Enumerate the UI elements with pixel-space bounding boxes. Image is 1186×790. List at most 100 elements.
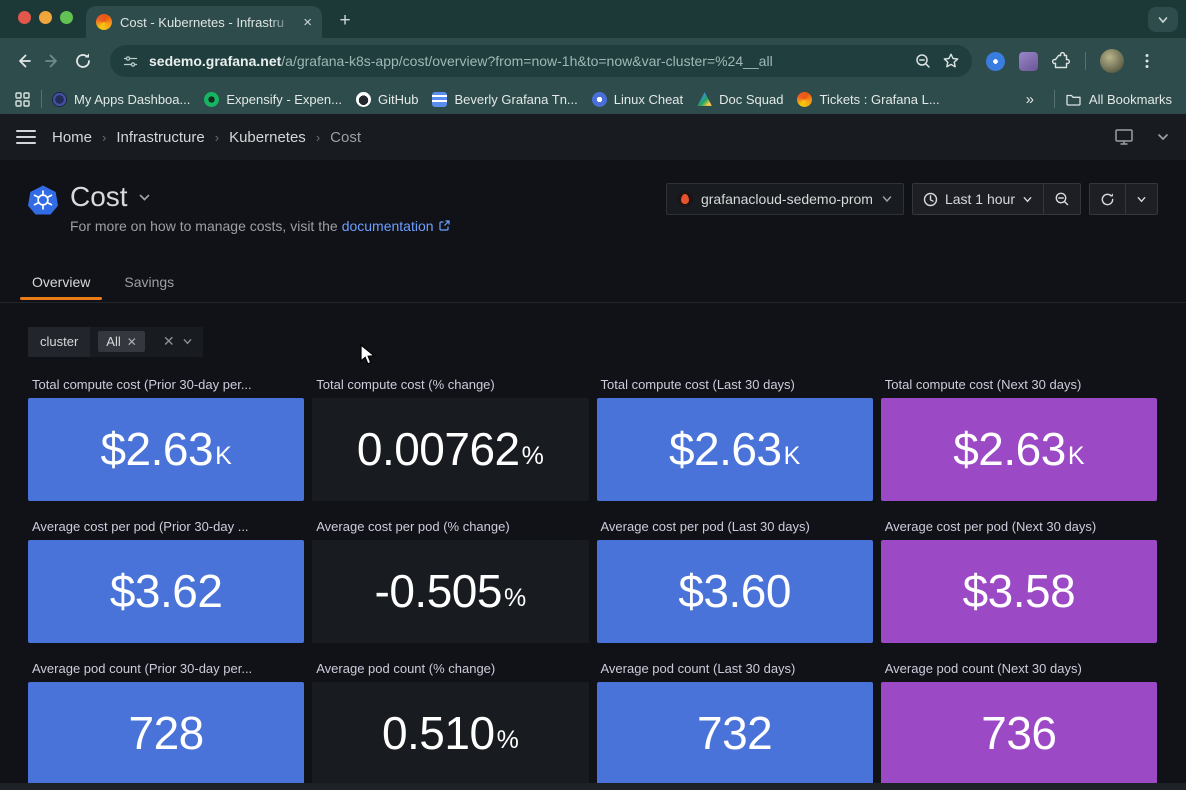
back-button[interactable] <box>8 46 38 76</box>
panel-title[interactable]: Average cost per pod (% change) <box>312 517 588 540</box>
stat-panel: Average cost per pod (% change)-0.505% <box>312 517 588 643</box>
green-ring-favicon <box>204 92 219 107</box>
breadcrumb-separator: › <box>102 130 106 145</box>
stat-number: $2.63 <box>100 422 213 476</box>
all-bookmarks-button[interactable]: All Bookmarks <box>1065 91 1172 108</box>
chevron-down-icon <box>1022 194 1033 205</box>
panel-title[interactable]: Average pod count (Next 30 days) <box>881 659 1157 682</box>
zoom-out-button[interactable] <box>1044 184 1080 214</box>
folder-icon <box>1065 91 1082 108</box>
browser-tab-strip: Cost - Kubernetes - Infrastru × + <box>0 0 1186 38</box>
url-bar[interactable]: sedemo.grafana.net/a/grafana-k8s-app/cos… <box>110 45 972 77</box>
panel-value: 0.510% <box>312 682 588 785</box>
stat-panel: Average pod count (Next 30 days) 736 <box>881 659 1157 785</box>
kubernetes-logo-icon <box>28 185 58 215</box>
forward-icon <box>43 51 63 71</box>
panel-title[interactable]: Total compute cost (Next 30 days) <box>881 375 1157 398</box>
stat-suffix: K <box>215 428 232 471</box>
bookmark-label: GitHub <box>378 92 418 107</box>
window-close-button[interactable] <box>18 11 31 24</box>
breadcrumb-home[interactable]: Home <box>52 129 92 146</box>
bookmark-item[interactable]: GitHub <box>356 92 418 107</box>
bookmark-item[interactable]: Expensify - Expen... <box>204 92 342 107</box>
stat-number: 736 <box>981 706 1056 760</box>
tab-overview[interactable]: Overview <box>28 268 94 302</box>
panel-value: $2.63K <box>881 398 1157 501</box>
documentation-link[interactable]: documentation <box>342 218 434 234</box>
stat-number: -0.505 <box>375 564 502 618</box>
tab-savings[interactable]: Savings <box>120 268 178 302</box>
breadcrumb-kubernetes[interactable]: Kubernetes <box>229 129 306 146</box>
bookmark-item[interactable]: Linux Cheat <box>592 92 683 107</box>
site-settings-icon[interactable] <box>122 53 139 70</box>
title-chevron-icon[interactable] <box>138 191 151 204</box>
panel-value: 736 <box>881 682 1157 785</box>
chevron-down-icon[interactable] <box>1156 130 1170 144</box>
stat-panel: Average cost per pod (Last 30 days) $3.60 <box>597 517 873 643</box>
breadcrumb: Home › Infrastructure › Kubernetes › Cos… <box>52 129 361 146</box>
window-minimize-button[interactable] <box>39 11 52 24</box>
panel-title[interactable]: Average pod count (Last 30 days) <box>597 659 873 682</box>
panel-title[interactable]: Total compute cost (% change) <box>312 375 588 398</box>
extension-icon[interactable] <box>1019 52 1038 71</box>
kiosk-mode-icon[interactable] <box>1114 128 1134 146</box>
tab-close-icon[interactable]: × <box>303 15 312 30</box>
bookmark-item[interactable]: Beverly Grafana Tn... <box>432 92 577 107</box>
extensions-puzzle-icon[interactable] <box>1052 52 1071 71</box>
bookmark-star-icon[interactable] <box>942 52 960 70</box>
time-range-button[interactable]: Last 1 hour <box>913 184 1043 214</box>
datasource-picker[interactable]: grafanacloud-sedemo-prom <box>666 183 904 215</box>
datasource-label: grafanacloud-sedemo-prom <box>701 191 873 207</box>
all-bookmarks-label: All Bookmarks <box>1089 92 1172 107</box>
panel-title[interactable]: Average cost per pod (Prior 30-day ... <box>28 517 304 540</box>
cluster-filter-value[interactable]: All ✕ <box>98 331 145 352</box>
zoom-icon[interactable] <box>914 52 932 70</box>
clock-icon <box>923 192 938 207</box>
panel-title[interactable]: Average cost per pod (Next 30 days) <box>881 517 1157 540</box>
breadcrumb-infrastructure[interactable]: Infrastructure <box>116 129 204 146</box>
tab-search-button[interactable] <box>1148 7 1178 32</box>
stat-panel: Total compute cost (Last 30 days)$2.63K <box>597 375 873 501</box>
new-tab-button[interactable]: + <box>332 8 358 34</box>
browser-menu-icon[interactable] <box>1138 52 1156 70</box>
view-tabs: Overview Savings <box>0 268 1186 303</box>
refresh-button[interactable] <box>1090 184 1125 214</box>
panel-title[interactable]: Average cost per pod (Last 30 days) <box>597 517 873 540</box>
panel-title[interactable]: Total compute cost (Last 30 days) <box>597 375 873 398</box>
bottom-strip <box>0 783 1186 790</box>
apps-grid-icon[interactable] <box>14 91 31 108</box>
url-text[interactable]: sedemo.grafana.net/a/grafana-k8s-app/cos… <box>149 53 904 69</box>
bookmark-item[interactable]: Doc Squad <box>697 92 783 107</box>
clear-filter-icon[interactable]: ✕ <box>163 333 175 350</box>
stat-number: $3.62 <box>110 564 223 618</box>
panel-value: $3.62 <box>28 540 304 643</box>
stat-number: $3.58 <box>963 564 1076 618</box>
bookmark-item[interactable]: Tickets : Grafana L... <box>797 92 939 107</box>
panel-title[interactable]: Total compute cost (Prior 30-day per... <box>28 375 304 398</box>
panel-title[interactable]: Average pod count (% change) <box>312 659 588 682</box>
stat-panel: Total compute cost (% change)0.00762% <box>312 375 588 501</box>
chevron-down-icon <box>881 193 893 205</box>
bookmark-item[interactable]: My Apps Dashboa... <box>52 92 190 107</box>
forward-button[interactable] <box>38 46 68 76</box>
github-favicon <box>356 92 371 107</box>
browser-tab[interactable]: Cost - Kubernetes - Infrastru × <box>86 6 322 38</box>
password-extension-icon[interactable] <box>986 52 1005 71</box>
stat-panel: Average cost per pod (Next 30 days) $3.58 <box>881 517 1157 643</box>
filter-chevron-icon[interactable] <box>182 336 193 347</box>
grafana-flame-favicon <box>797 92 812 107</box>
refresh-interval-dropdown[interactable] <box>1126 184 1157 214</box>
remove-value-icon[interactable]: ✕ <box>127 335 137 349</box>
external-link-icon <box>438 219 451 232</box>
mega-menu-icon[interactable] <box>16 129 36 145</box>
cluster-filter-label: cluster <box>28 327 90 357</box>
panel-title[interactable]: Average pod count (Prior 30-day per... <box>28 659 304 682</box>
page-title: Cost <box>70 182 128 213</box>
bookmarks-overflow-icon[interactable]: » <box>1026 91 1034 108</box>
stat-number: $2.63 <box>669 422 782 476</box>
reload-button[interactable] <box>68 46 98 76</box>
window-zoom-button[interactable] <box>60 11 73 24</box>
stat-number: $3.60 <box>678 564 791 618</box>
window-controls <box>18 11 73 24</box>
profile-avatar[interactable] <box>1100 49 1124 73</box>
